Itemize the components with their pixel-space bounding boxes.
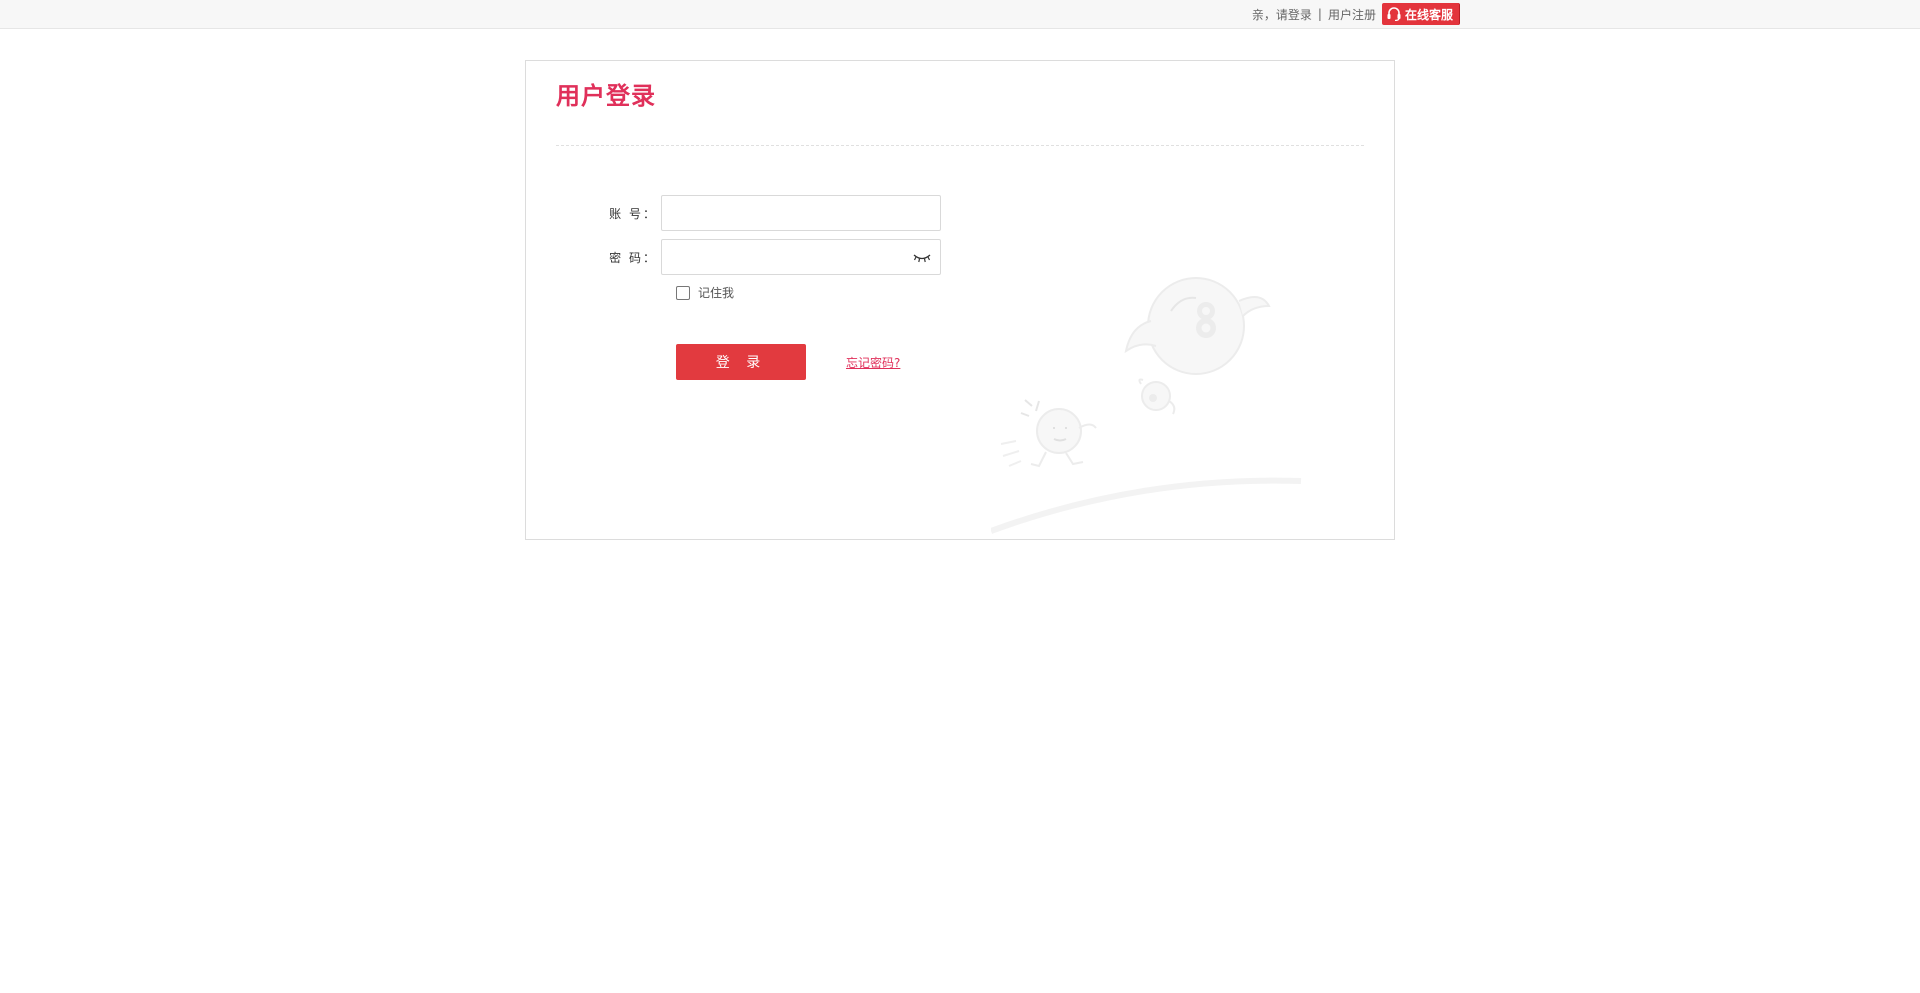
remember-me-checkbox[interactable] <box>676 285 690 300</box>
top-bar-separator: | <box>1317 7 1322 21</box>
login-link[interactable]: 亲，请登录 <box>1252 6 1312 23</box>
remember-me-label[interactable]: 记住我 <box>698 284 734 301</box>
page-title: 用户登录 <box>556 82 656 110</box>
password-field-wrapper <box>661 239 941 275</box>
title-divider <box>556 145 1364 146</box>
account-row: 账 号： <box>586 195 941 231</box>
login-button[interactable]: 登 录 <box>676 344 806 380</box>
register-link[interactable]: 用户注册 <box>1328 6 1376 23</box>
online-service-label: 在线客服 <box>1404 7 1453 22</box>
top-bar-links: 亲，请登录 | 用户注册 在线客服 <box>1252 0 1460 28</box>
eye-closed-icon[interactable] <box>913 250 931 264</box>
account-input[interactable] <box>661 195 941 231</box>
forgot-password-link[interactable]: 忘记密码? <box>846 354 900 371</box>
account-label: 账 号： <box>609 206 657 221</box>
login-card: 用户登录 账 号： 密 码： 记住我 登 录 忘记密码? <box>525 60 1395 540</box>
password-row: 密 码： <box>586 239 941 275</box>
password-label: 密 码： <box>609 250 657 265</box>
headset-icon <box>1387 7 1401 21</box>
remember-me-row: 记住我 <box>676 284 734 301</box>
online-service-button[interactable]: 在线客服 <box>1381 3 1460 25</box>
password-input[interactable] <box>661 239 941 275</box>
top-bar: 亲，请登录 | 用户注册 在线客服 <box>0 0 1920 29</box>
mascot-illustration <box>991 277 1302 534</box>
